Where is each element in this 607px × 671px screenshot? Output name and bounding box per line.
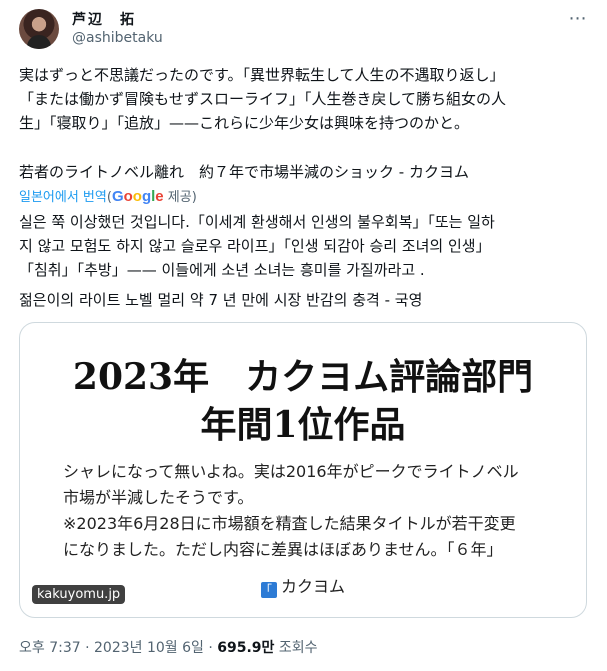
google-logo: Google (111, 188, 164, 205)
tweet-link-title-translated: 젊은이의 라이트 노벨 멀리 약 7 년 만에 시장 반감의 충격 - 국영 (19, 291, 423, 309)
card-headline-line1: 2023年 カクヨム評論部門 (72, 356, 534, 398)
kakuyomu-logo-icon: ｢ (260, 582, 277, 598)
card-domain-badge: kakuyomu.jp (32, 585, 126, 604)
tweet-timestamp[interactable]: 오후 7:37 · 2023년 10월 6일 · (19, 640, 217, 656)
tweet: 芦辺 拓 @ashibetaku ⋯ 実はずっと不思議だったのです。「異世界転生… (0, 0, 607, 671)
author-handle[interactable]: @ashibetaku (72, 30, 163, 46)
tweet-text-original: 実はずっと不思議だったのです。「異世界転生して人生の不遇取り返し」 「または働か… (19, 66, 507, 132)
more-options-icon[interactable]: ⋯ (566, 10, 590, 32)
view-count-label: 조회수 (274, 640, 318, 656)
avatar[interactable] (19, 9, 59, 49)
card-headline-line2: 年間1位作品 (200, 404, 406, 446)
translate-provided: 제공) (163, 190, 197, 205)
card-headline: 2023年 カクヨム評論部門 年間1位作品 (20, 353, 586, 449)
view-count: 695.9만 (217, 640, 275, 656)
translate-link[interactable]: 일본어에서 번역 (19, 190, 107, 205)
card-body-text: シャレになって無いよね。実は2016年がピークでライトノベル 市場が半減したそう… (63, 462, 519, 559)
author-name[interactable]: 芦辺 拓 (72, 9, 136, 29)
link-preview-card[interactable]: 2023年 カクヨム評論部門 年間1位作品 シャレになって無いよね。実は2016… (19, 322, 587, 618)
kakuyomu-logo-text: カクヨム (280, 577, 345, 596)
tweet-meta: 오후 7:37 · 2023년 10월 6일 · 695.9만 조회수 (19, 637, 318, 657)
tweet-link-title-original[interactable]: 若者のライトノベル離れ 約７年で市場半減のショック - カクヨム (19, 160, 589, 184)
tweet-text-translated: 실은 쭉 이상했던 것입니다.「이세계 환생해서 인생의 불우회복」「또는 일하… (19, 213, 495, 279)
translation-attribution: 일본어에서 번역(Google 제공) (19, 186, 197, 205)
